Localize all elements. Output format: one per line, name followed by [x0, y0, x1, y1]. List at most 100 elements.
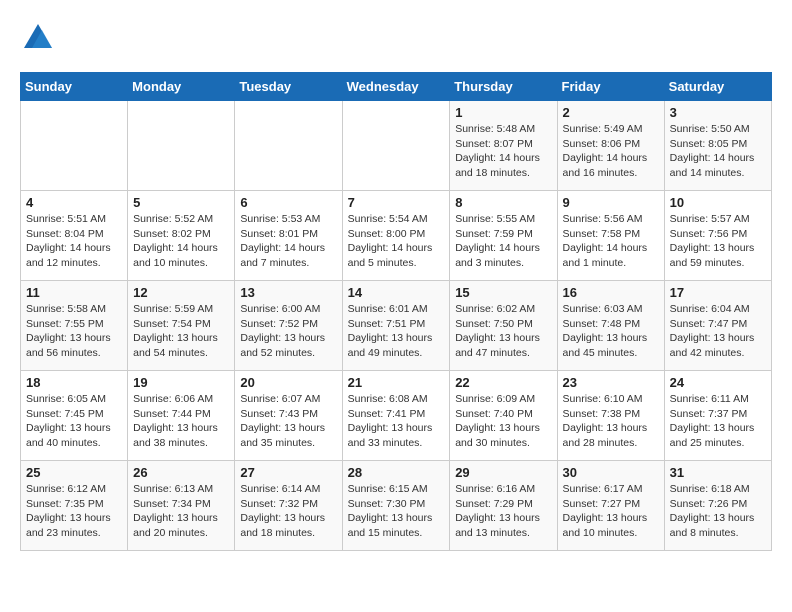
- header-monday: Monday: [128, 73, 235, 101]
- header-thursday: Thursday: [450, 73, 557, 101]
- header-saturday: Saturday: [664, 73, 771, 101]
- day-number: 5: [133, 195, 229, 210]
- calendar-cell: 19 Sunrise: 6:06 AMSunset: 7:44 PMDayligh…: [128, 371, 235, 461]
- day-info: Sunrise: 6:04 AMSunset: 7:47 PMDaylight:…: [670, 302, 766, 361]
- day-info: Sunrise: 6:09 AMSunset: 7:40 PMDaylight:…: [455, 392, 551, 451]
- header-tuesday: Tuesday: [235, 73, 342, 101]
- calendar-cell: 3 Sunrise: 5:50 AMSunset: 8:05 PMDaylight…: [664, 101, 771, 191]
- day-info: Sunrise: 5:50 AMSunset: 8:05 PMDaylight:…: [670, 122, 766, 181]
- day-number: 9: [563, 195, 659, 210]
- logo: [20, 20, 60, 56]
- day-info: Sunrise: 5:48 AMSunset: 8:07 PMDaylight:…: [455, 122, 551, 181]
- day-number: 26: [133, 465, 229, 480]
- day-number: 12: [133, 285, 229, 300]
- day-number: 10: [670, 195, 766, 210]
- calendar-cell: [342, 101, 450, 191]
- calendar-cell: 9 Sunrise: 5:56 AMSunset: 7:58 PMDaylight…: [557, 191, 664, 281]
- calendar-cell: [21, 101, 128, 191]
- day-info: Sunrise: 6:06 AMSunset: 7:44 PMDaylight:…: [133, 392, 229, 451]
- day-info: Sunrise: 5:53 AMSunset: 8:01 PMDaylight:…: [240, 212, 336, 271]
- day-number: 1: [455, 105, 551, 120]
- day-number: 19: [133, 375, 229, 390]
- day-number: 13: [240, 285, 336, 300]
- calendar-cell: 2 Sunrise: 5:49 AMSunset: 8:06 PMDaylight…: [557, 101, 664, 191]
- calendar-cell: 5 Sunrise: 5:52 AMSunset: 8:02 PMDaylight…: [128, 191, 235, 281]
- day-number: 8: [455, 195, 551, 210]
- calendar-cell: 1 Sunrise: 5:48 AMSunset: 8:07 PMDaylight…: [450, 101, 557, 191]
- day-info: Sunrise: 6:13 AMSunset: 7:34 PMDaylight:…: [133, 482, 229, 541]
- week-row-2: 4Sunrise: 5:51 AMSunset: 8:04 PMDaylight…: [21, 191, 772, 281]
- day-number: 30: [563, 465, 659, 480]
- calendar-cell: [235, 101, 342, 191]
- day-number: 16: [563, 285, 659, 300]
- day-number: 21: [348, 375, 445, 390]
- day-info: Sunrise: 6:01 AMSunset: 7:51 PMDaylight:…: [348, 302, 445, 361]
- calendar-cell: 18 Sunrise: 6:05 AMSunset: 7:45 PMDayligh…: [21, 371, 128, 461]
- day-info: Sunrise: 5:55 AMSunset: 7:59 PMDaylight:…: [455, 212, 551, 271]
- calendar-cell: 28 Sunrise: 6:15 AMSunset: 7:30 PMDayligh…: [342, 461, 450, 551]
- day-info: Sunrise: 6:14 AMSunset: 7:32 PMDaylight:…: [240, 482, 336, 541]
- day-info: Sunrise: 5:54 AMSunset: 8:00 PMDaylight:…: [348, 212, 445, 271]
- calendar-table: SundayMondayTuesdayWednesdayThursdayFrid…: [20, 72, 772, 551]
- calendar-cell: 27 Sunrise: 6:14 AMSunset: 7:32 PMDayligh…: [235, 461, 342, 551]
- header-wednesday: Wednesday: [342, 73, 450, 101]
- calendar-cell: 29 Sunrise: 6:16 AMSunset: 7:29 PMDayligh…: [450, 461, 557, 551]
- day-info: Sunrise: 5:58 AMSunset: 7:55 PMDaylight:…: [26, 302, 122, 361]
- calendar-cell: 11 Sunrise: 5:58 AMSunset: 7:55 PMDayligh…: [21, 281, 128, 371]
- calendar-cell: 30 Sunrise: 6:17 AMSunset: 7:27 PMDayligh…: [557, 461, 664, 551]
- calendar-cell: 21Sunrise: 6:08 AMSunset: 7:41 PMDayligh…: [342, 371, 450, 461]
- calendar-cell: 25Sunrise: 6:12 AMSunset: 7:35 PMDayligh…: [21, 461, 128, 551]
- day-number: 2: [563, 105, 659, 120]
- day-number: 24: [670, 375, 766, 390]
- day-number: 29: [455, 465, 551, 480]
- day-number: 25: [26, 465, 122, 480]
- day-number: 6: [240, 195, 336, 210]
- day-info: Sunrise: 6:10 AMSunset: 7:38 PMDaylight:…: [563, 392, 659, 451]
- calendar-cell: 16 Sunrise: 6:03 AMSunset: 7:48 PMDayligh…: [557, 281, 664, 371]
- calendar-cell: 26 Sunrise: 6:13 AMSunset: 7:34 PMDayligh…: [128, 461, 235, 551]
- day-number: 28: [348, 465, 445, 480]
- day-info: Sunrise: 5:51 AMSunset: 8:04 PMDaylight:…: [26, 212, 122, 271]
- day-number: 3: [670, 105, 766, 120]
- day-number: 15: [455, 285, 551, 300]
- day-number: 17: [670, 285, 766, 300]
- day-info: Sunrise: 6:05 AMSunset: 7:45 PMDaylight:…: [26, 392, 122, 451]
- calendar-cell: 12 Sunrise: 5:59 AMSunset: 7:54 PMDayligh…: [128, 281, 235, 371]
- day-info: Sunrise: 6:17 AMSunset: 7:27 PMDaylight:…: [563, 482, 659, 541]
- week-row-5: 25Sunrise: 6:12 AMSunset: 7:35 PMDayligh…: [21, 461, 772, 551]
- day-info: Sunrise: 5:49 AMSunset: 8:06 PMDaylight:…: [563, 122, 659, 181]
- day-info: Sunrise: 6:07 AMSunset: 7:43 PMDaylight:…: [240, 392, 336, 451]
- day-number: 23: [563, 375, 659, 390]
- calendar-cell: 15 Sunrise: 6:02 AMSunset: 7:50 PMDayligh…: [450, 281, 557, 371]
- week-row-3: 11 Sunrise: 5:58 AMSunset: 7:55 PMDayligh…: [21, 281, 772, 371]
- day-info: Sunrise: 5:52 AMSunset: 8:02 PMDaylight:…: [133, 212, 229, 271]
- calendar-cell: 23 Sunrise: 6:10 AMSunset: 7:38 PMDayligh…: [557, 371, 664, 461]
- calendar-header-row: SundayMondayTuesdayWednesdayThursdayFrid…: [21, 73, 772, 101]
- day-info: Sunrise: 6:16 AMSunset: 7:29 PMDaylight:…: [455, 482, 551, 541]
- day-number: 22: [455, 375, 551, 390]
- calendar-cell: [128, 101, 235, 191]
- day-info: Sunrise: 5:59 AMSunset: 7:54 PMDaylight:…: [133, 302, 229, 361]
- calendar-cell: 24 Sunrise: 6:11 AMSunset: 7:37 PMDayligh…: [664, 371, 771, 461]
- calendar-cell: 7Sunrise: 5:54 AMSunset: 8:00 PMDaylight…: [342, 191, 450, 281]
- day-number: 27: [240, 465, 336, 480]
- day-number: 20: [240, 375, 336, 390]
- calendar-cell: 10 Sunrise: 5:57 AMSunset: 7:56 PMDayligh…: [664, 191, 771, 281]
- logo-icon: [20, 20, 56, 56]
- day-info: Sunrise: 6:00 AMSunset: 7:52 PMDaylight:…: [240, 302, 336, 361]
- day-info: Sunrise: 5:56 AMSunset: 7:58 PMDaylight:…: [563, 212, 659, 271]
- calendar-cell: 14Sunrise: 6:01 AMSunset: 7:51 PMDayligh…: [342, 281, 450, 371]
- day-info: Sunrise: 6:15 AMSunset: 7:30 PMDaylight:…: [348, 482, 445, 541]
- calendar-cell: 17 Sunrise: 6:04 AMSunset: 7:47 PMDayligh…: [664, 281, 771, 371]
- day-info: Sunrise: 6:02 AMSunset: 7:50 PMDaylight:…: [455, 302, 551, 361]
- calendar-cell: 13 Sunrise: 6:00 AMSunset: 7:52 PMDayligh…: [235, 281, 342, 371]
- day-info: Sunrise: 6:11 AMSunset: 7:37 PMDaylight:…: [670, 392, 766, 451]
- calendar-cell: 20 Sunrise: 6:07 AMSunset: 7:43 PMDayligh…: [235, 371, 342, 461]
- week-row-1: 1 Sunrise: 5:48 AMSunset: 8:07 PMDaylight…: [21, 101, 772, 191]
- day-info: Sunrise: 6:03 AMSunset: 7:48 PMDaylight:…: [563, 302, 659, 361]
- calendar-cell: 8 Sunrise: 5:55 AMSunset: 7:59 PMDaylight…: [450, 191, 557, 281]
- day-info: Sunrise: 5:57 AMSunset: 7:56 PMDaylight:…: [670, 212, 766, 271]
- day-number: 18: [26, 375, 122, 390]
- day-number: 11: [26, 285, 122, 300]
- day-info: Sunrise: 6:18 AMSunset: 7:26 PMDaylight:…: [670, 482, 766, 541]
